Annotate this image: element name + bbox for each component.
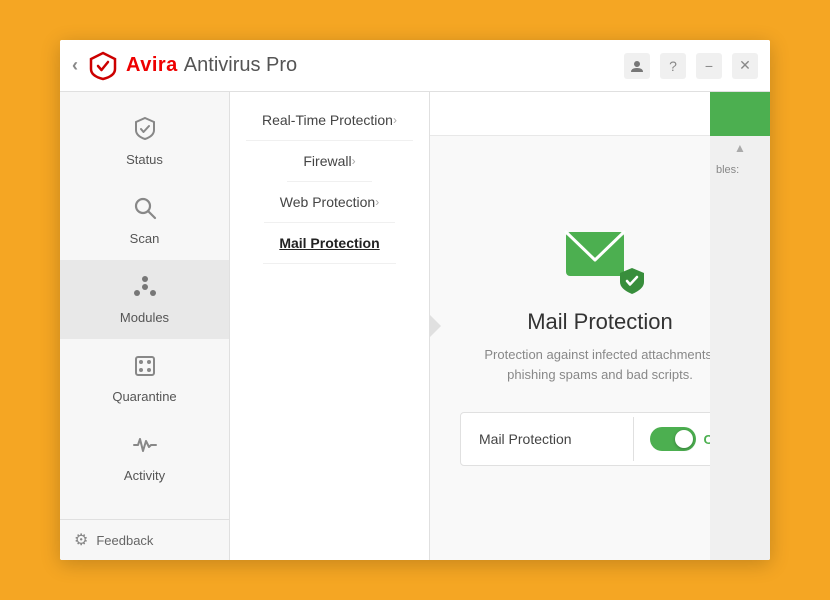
scan-icon [132,195,158,227]
menu-item-firewall-label: Firewall [303,153,351,169]
titlebar: ‹ Avira Antivirus Pro ? − ✕ [60,40,770,92]
feature-description: Protection against infected attachments,… [460,345,740,384]
shield-badge-icon [618,267,646,295]
panel-divider-arrow [429,314,441,338]
content-area: ⚙ Mail Protection Protection against [430,92,770,560]
toggle-row: Mail Protection ON [460,412,740,466]
main-content: Status Scan [60,92,770,560]
scroll-indicator: ▲ bles: [710,136,770,560]
avira-logo [88,51,118,81]
sidebar-item-modules-label: Modules [120,310,169,325]
mail-icon-wrapper [564,230,636,289]
sidebar: Status Scan [60,92,230,560]
menu-item-realtime-label: Real-Time Protection [262,112,393,128]
sidebar-item-status[interactable]: Status [60,102,229,181]
footer-feedback-label: Feedback [96,533,153,548]
help-button[interactable]: ? [660,53,686,79]
sidebar-item-activity-label: Activity [124,468,165,483]
window-controls: ? − ✕ [624,53,758,79]
chevron-right-icon: › [352,154,356,168]
menu-item-firewall[interactable]: Firewall › [287,141,371,182]
sidebar-item-status-label: Status [126,152,163,167]
close-button[interactable]: ✕ [732,53,758,79]
chevron-right-icon: › [375,195,379,209]
menu-item-mail[interactable]: Mail Protection [263,223,395,264]
chevron-right-icon: › [393,113,397,127]
menu-item-web[interactable]: Web Protection › [264,182,395,223]
minimize-button[interactable]: − [696,53,722,79]
status-icon [132,116,158,148]
mail-protection-toggle[interactable] [650,427,696,451]
user-button[interactable] [624,53,650,79]
toggle-label: Mail Protection [461,417,634,461]
scroll-label-text: bles: [710,160,770,180]
sidebar-item-scan-label: Scan [130,231,160,246]
toggle-knob [675,430,693,448]
back-button[interactable]: ‹ [72,55,78,76]
sidebar-item-activity[interactable]: Activity [60,418,229,497]
modules-icon [132,274,158,306]
sidebar-item-quarantine[interactable]: Quarantine [60,339,229,418]
menu-item-mail-label: Mail Protection [279,235,379,251]
sidebar-item-scan[interactable]: Scan [60,181,229,260]
menu-item-realtime[interactable]: Real-Time Protection › [246,100,413,141]
sidebar-footer: ⚙ Feedback [60,519,229,560]
app-name: Avira [126,54,178,77]
scroll-up-button[interactable]: ▲ [710,136,770,160]
footer-gear-icon[interactable]: ⚙ [74,530,88,550]
content-topbar: ⚙ [430,92,770,136]
app-window: ‹ Avira Antivirus Pro ? − ✕ [60,40,770,560]
activity-icon [132,432,158,464]
sidebar-item-modules[interactable]: Modules [60,260,229,339]
app-subtitle: Antivirus Pro [184,54,297,77]
middle-panel: Real-Time Protection › Firewall › Web Pr… [230,92,430,560]
quarantine-icon [132,353,158,385]
sidebar-item-quarantine-label: Quarantine [112,389,176,404]
feature-title: Mail Protection [527,309,673,335]
menu-item-web-label: Web Protection [280,194,375,210]
green-status-bar [710,92,770,136]
